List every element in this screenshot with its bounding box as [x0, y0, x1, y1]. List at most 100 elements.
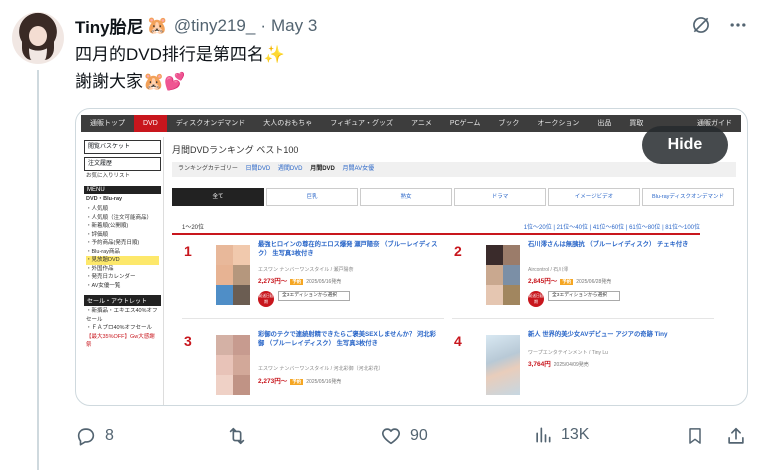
side-menu-title: DVD・Blu-ray — [86, 195, 123, 202]
item-thumbnail — [486, 335, 520, 395]
genre-tab: 熟女 — [360, 188, 452, 206]
ranking-item: 3 彩御のテクで連続射精できたらご褒美SEXしませんか？ 河北彩御 （ブルーレイ… — [182, 327, 444, 405]
bookmark-button[interactable] — [685, 425, 705, 447]
shop-nav-item: ブック — [498, 120, 520, 127]
ranking-item: 2 石川澪さんは無胰抗 （ブルーレイディスク） チェキ付き Aircontrol… — [452, 237, 714, 319]
item-price: 2,273円〜 予約 2025/05/16発売 — [258, 278, 342, 285]
name-emoji: 🐹 — [146, 15, 168, 35]
views-count: 13K — [561, 426, 590, 443]
shop-nav-item: オークション — [537, 120, 580, 127]
ranking-category-bar: ランキングカテゴリー 日間DVD 週間DVD 月間DVD 月間AV女優 — [172, 162, 736, 177]
item-maker: Aircontrol / 石川澪 — [528, 267, 569, 273]
item-price: 2,845円〜 予約 2025/06/28発売 — [528, 278, 612, 285]
tweet-date[interactable]: May 3 — [271, 16, 317, 36]
item-badge: 発送日延期 — [528, 291, 544, 307]
grok-icon[interactable] — [691, 15, 711, 40]
side-menu-item: ・評価順 — [86, 231, 109, 238]
share-icon — [728, 427, 744, 444]
rank-number: 4 — [454, 333, 462, 349]
hide-button[interactable]: Hide — [642, 126, 728, 164]
item-tag: 予約 — [290, 379, 304, 385]
item-tag: 予約 — [290, 279, 304, 285]
avatar[interactable] — [12, 12, 64, 64]
item-price: 3,764円 2025/04/09発売 — [528, 361, 589, 368]
shop-nav-item: アニメ — [411, 120, 432, 127]
item-maker: エスワン ナンバーワンスタイル / 河北彩御（河北彩花） — [258, 366, 384, 372]
item-edition-select: 全3エディションから選択 — [278, 291, 350, 301]
category-link: 月間AV女優 — [342, 166, 375, 172]
share-button[interactable] — [725, 425, 747, 447]
category-label: ランキングカテゴリー — [178, 166, 238, 172]
item-badge: 発送日延期 — [258, 291, 274, 307]
side-sale-item: 【最大35%OFF】Gw大感謝祭 — [86, 333, 155, 349]
views-button[interactable]: 13K — [533, 425, 589, 445]
item-title: 最強ヒロインの尊在的エロス爆発 瀬戸陽奈 （ブルーレイディスク） 生写真3枚付き — [258, 241, 438, 257]
shop-nav-item: 買取 — [629, 120, 644, 127]
tweet-text-line-2: 謝謝大家🐹💕 — [75, 72, 186, 91]
side-history: 注文履歴 — [84, 157, 161, 171]
shop-nav-item: ディスクオンデマンド — [175, 120, 246, 127]
genre-tab: ドラマ — [454, 188, 546, 206]
shop-nav-bar: 通販トップ DVD ディスクオンデマンド 大人のおもちゃ フィギュア・グッズ ア… — [81, 115, 741, 132]
heart-icon — [382, 428, 400, 445]
side-menu-item: ・外国作品 — [86, 265, 114, 272]
item-title: 新人 世界的美少女AVデビュー アジアの奇跡 Tiny — [528, 331, 668, 338]
item-thumbnail — [216, 245, 250, 305]
like-count: 90 — [410, 427, 428, 444]
side-menu-item: ・新着順(公開順) — [86, 223, 129, 229]
item-title: 石川澪さんは無胰抗 （ブルーレイディスク） チェキ付き — [528, 241, 689, 248]
shop-nav-item: フィギュア・グッズ — [330, 120, 394, 127]
range-pages: 1位〜20位 | 21位〜40位 | 41位〜60位 | 61位〜80位 | 8… — [523, 225, 700, 231]
author-handle[interactable]: @tiny219_ — [174, 16, 256, 36]
side-sale-list: ・新撰品・エキエス40%オフセール ・ＦＡプロ40%オフセール 【最大35%OF… — [82, 306, 163, 351]
tweet-text: 四月的DVD排行是第四名✨ 謝謝大家🐹💕 — [75, 41, 285, 95]
avatar-face — [29, 26, 47, 46]
side-basket: 閲覧バスケット — [84, 140, 161, 154]
item-title: 彩御のテクで連続射精できたらご褒美SEXしませんか？ 河北彩御 （ブルーレイディ… — [258, 331, 436, 347]
rank-number: 3 — [184, 333, 192, 349]
media-card[interactable]: 通販トップ DVD ディスクオンデマンド 大人のおもちゃ フィギュア・グッズ ア… — [75, 108, 748, 406]
item-maker: エスワン ナンバーワンスタイル / 瀬戸陽奈 — [258, 267, 354, 273]
action-bar: 8 90 13K — [75, 425, 755, 451]
side-menu-list: ・人気順 ・人気順（注文可能商品） ・新着順(公開順) ・評価順 ・予約商品(発… — [82, 204, 163, 291]
side-menu-item-highlight: ・見放題DVD — [86, 256, 159, 265]
separator-dot: · — [260, 15, 267, 35]
item-thumbnail — [216, 335, 250, 395]
side-sale-item: ・ＦＡプロ40%オフセール — [86, 325, 153, 331]
side-menu-item: ・予約商品(発売日順) — [86, 240, 140, 246]
ranking-item: 1 最強ヒロインの尊在的エロス爆発 瀬戸陽奈 （ブルーレイディスク） 生写真3枚… — [182, 237, 444, 319]
genre-tab: イメージビデオ — [548, 188, 640, 206]
shop-nav-item: 大人のおもちゃ — [263, 120, 313, 127]
top-icons — [691, 15, 749, 40]
thread-line — [37, 70, 39, 470]
item-tag: 予約 — [560, 279, 574, 285]
range-row: 1〜20位 1位〜20位 | 21位〜40位 | 41位〜60位 | 61位〜8… — [172, 222, 700, 235]
shop-nav-item-active: DVD — [134, 115, 167, 132]
like-button[interactable]: 90 — [380, 425, 428, 447]
item-thumbnail — [486, 245, 520, 305]
side-menu-item: ・Blu-ray商品 — [86, 248, 120, 255]
side-sale-item: ・新撰品・エキエス40%オフセール — [86, 308, 158, 323]
shop-nav-item: PCゲーム — [449, 120, 481, 127]
views-chart-icon — [536, 427, 551, 443]
bookmark-icon — [689, 428, 701, 444]
reply-icon — [77, 428, 95, 446]
repost-icon — [229, 427, 245, 445]
author-name[interactable]: Tiny胎尼 — [75, 13, 144, 38]
range-label: 1〜20位 — [182, 225, 205, 231]
shop-nav-item: 通販トップ — [90, 120, 125, 127]
more-options-icon[interactable] — [727, 15, 749, 40]
side-menu-item: ・発売日カレンダー — [86, 274, 136, 280]
item-edition-select: 全3エディションから選択 — [548, 291, 620, 301]
shop-nav-item: 出品 — [597, 120, 612, 127]
genre-tab: 巨乳 — [266, 188, 358, 206]
repost-button[interactable] — [226, 425, 256, 447]
category-current: 月間DVD — [310, 166, 335, 172]
rank-number: 1 — [184, 243, 192, 259]
reply-button[interactable]: 8 — [75, 425, 114, 447]
side-sale-head: セール・アウトレット — [84, 295, 161, 306]
item-price: 2,273円〜 予約 2025/05/16発売 — [258, 378, 342, 385]
reply-count: 8 — [105, 427, 114, 444]
item-maker: ワープエンタテインメント / Tiny Lu — [528, 350, 608, 356]
ranking-item: 4 新人 世界的美少女AVデビュー アジアの奇跡 Tiny ワープエンタテインメ… — [452, 327, 714, 405]
